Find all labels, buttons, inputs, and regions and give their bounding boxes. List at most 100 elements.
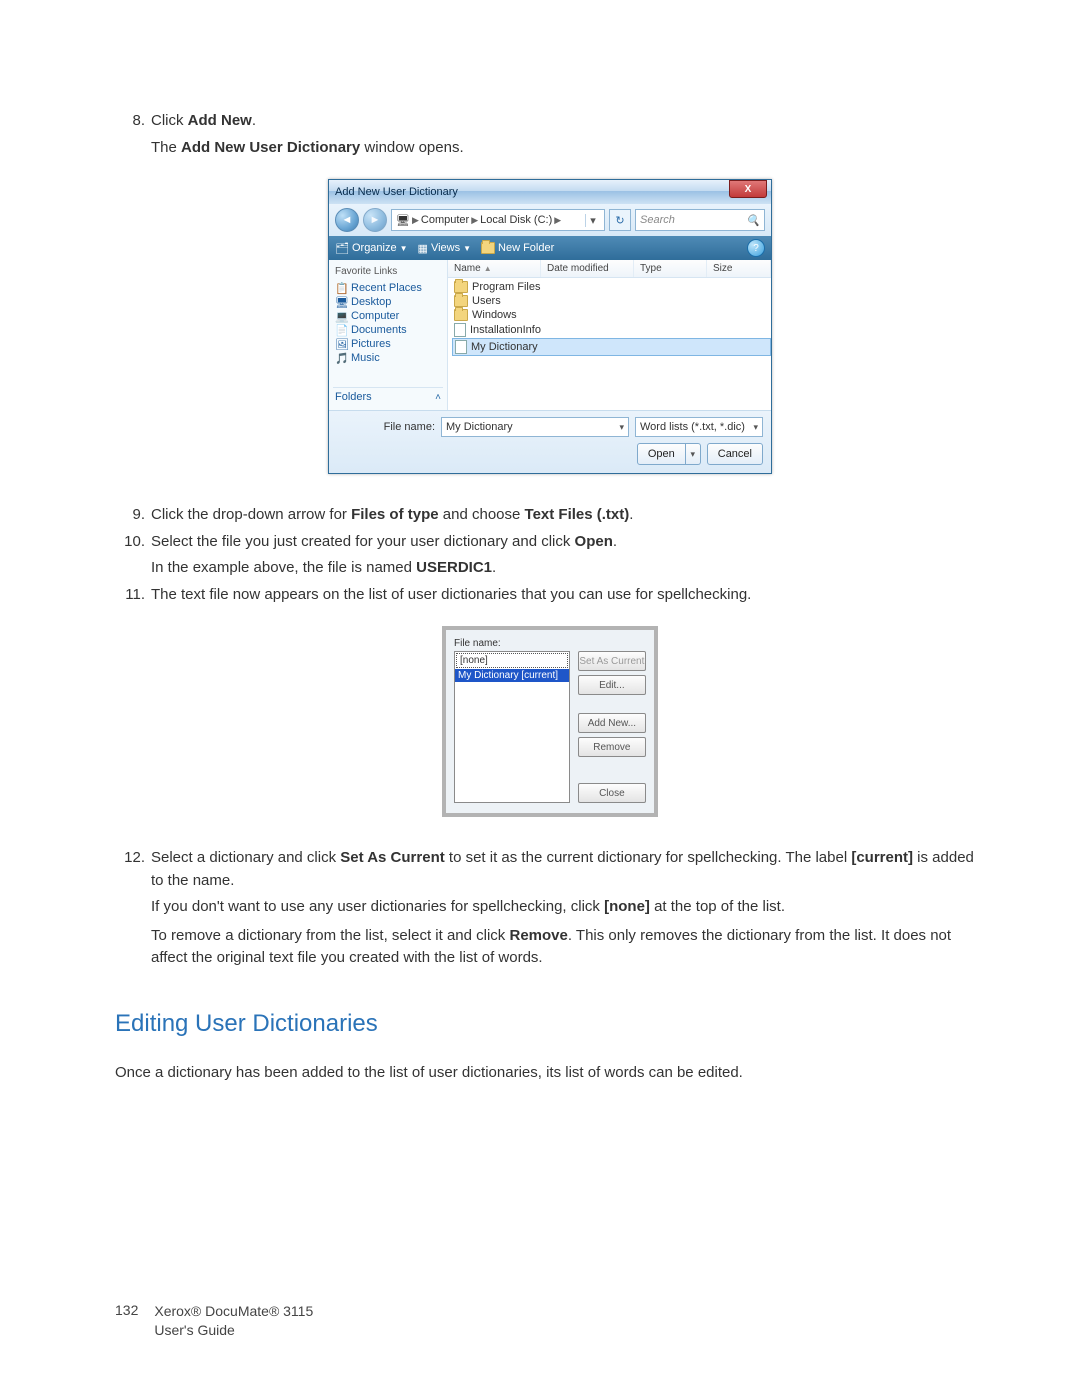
step-9: 9. Click the drop-down arrow for Files o… xyxy=(115,504,985,527)
file-row[interactable]: InstallationInfo xyxy=(452,322,771,338)
chevron-down-icon: ▼ xyxy=(400,244,408,253)
col-date[interactable]: Date modified xyxy=(541,260,634,277)
pictures-icon: 🖼 xyxy=(335,338,347,350)
file-row[interactable]: Users xyxy=(452,294,771,308)
list-header: Name▲ Date modified Type Size xyxy=(448,260,771,278)
search-input[interactable]: Search 🔍 xyxy=(635,209,765,231)
computer-icon: 🖥 xyxy=(396,214,410,227)
close-icon: X xyxy=(745,184,752,195)
section-heading: Editing User Dictionaries xyxy=(115,1010,985,1038)
nav-documents[interactable]: 📄Documents xyxy=(333,323,443,337)
page-number: 132 xyxy=(115,1302,138,1318)
edit-button[interactable]: Edit... xyxy=(578,675,646,695)
filename-combo[interactable]: My Dictionary ▾ xyxy=(441,417,629,437)
recent-icon: 📋 xyxy=(335,282,347,294)
close-button[interactable]: Close xyxy=(578,783,646,803)
step-8: 8. Click Add New. xyxy=(115,110,985,133)
step-number: 8. xyxy=(115,110,151,133)
footer-line1: Xerox® DocuMate® 3115 xyxy=(154,1302,313,1322)
col-name[interactable]: Name▲ xyxy=(448,260,541,277)
section-paragraph: Once a dictionary has been added to the … xyxy=(115,1062,985,1085)
chevron-down-icon: ▼ xyxy=(463,244,471,253)
help-button[interactable]: ? xyxy=(747,239,765,257)
add-new-button[interactable]: Add New... xyxy=(578,713,646,733)
organize-icon: 🗂 xyxy=(335,242,349,255)
breadcrumb[interactable]: 🖥 ▶ Computer ▶ Local Disk (C:) ▶ ▾ xyxy=(391,209,605,231)
filetype-value: Word lists (*.txt, *.dic) xyxy=(640,421,745,433)
music-icon: 🎵 xyxy=(335,352,347,364)
step-12-p3: To remove a dictionary from the list, se… xyxy=(115,925,985,970)
chevron-right-icon: ▶ xyxy=(412,215,419,226)
dialog-toolbar: 🗂 Organize ▼ ▦ Views ▼ New Folder ? xyxy=(329,236,771,260)
open-dropdown[interactable]: ▾ xyxy=(686,443,701,465)
computer-icon: 💻 xyxy=(335,310,347,322)
address-bar-row: ◄ ► 🖥 ▶ Computer ▶ Local Disk (C:) ▶ ▾ ↻… xyxy=(329,204,771,236)
documents-icon: 📄 xyxy=(335,324,347,336)
back-button[interactable]: ◄ xyxy=(335,208,359,232)
file-icon xyxy=(455,340,467,354)
step-10: 10. Select the file you just created for… xyxy=(115,531,985,554)
col-size[interactable]: Size xyxy=(707,260,771,277)
ud-list[interactable]: [none] My Dictionary [current] xyxy=(454,651,570,803)
filename-value: My Dictionary xyxy=(446,421,513,433)
chevron-right-icon: ▶ xyxy=(554,215,561,226)
nav-music[interactable]: 🎵Music xyxy=(333,351,443,365)
views-icon: ▦ xyxy=(418,242,428,255)
filetype-combo[interactable]: Word lists (*.txt, *.dic) ▾ xyxy=(635,417,763,437)
remove-button[interactable]: Remove xyxy=(578,737,646,757)
folder-icon xyxy=(454,281,468,293)
breadcrumb-seg[interactable]: Computer xyxy=(421,214,469,226)
ud-item-none[interactable]: [none] xyxy=(456,653,568,668)
file-row[interactable]: Program Files xyxy=(452,280,771,294)
search-icon: 🔍 xyxy=(746,214,760,227)
folder-icon xyxy=(454,295,468,307)
new-folder-button[interactable]: New Folder xyxy=(481,242,554,254)
organize-menu[interactable]: 🗂 Organize ▼ xyxy=(335,242,408,255)
file-icon xyxy=(454,323,466,337)
search-placeholder: Search xyxy=(640,214,675,226)
chevron-down-icon: ▾ xyxy=(753,422,758,433)
refresh-icon: ↻ xyxy=(615,214,624,227)
nav-computer[interactable]: 💻Computer xyxy=(333,309,443,323)
nav-heading: Favorite Links xyxy=(333,264,443,281)
chevron-up-icon: ˄ xyxy=(435,392,441,403)
step-11: 11. The text file now appears on the lis… xyxy=(115,584,985,607)
step-10-sub: In the example above, the file is named … xyxy=(115,557,985,580)
open-button[interactable]: Open ▾ xyxy=(637,443,701,465)
set-as-current-button[interactable]: Set As Current xyxy=(578,651,646,671)
folder-icon xyxy=(481,242,495,254)
step-8-sub: The Add New User Dictionary window opens… xyxy=(115,137,985,160)
filename-label: File name: xyxy=(337,421,435,433)
nav-recent-places[interactable]: 📋Recent Places xyxy=(333,281,443,295)
nav-desktop[interactable]: 🖥Desktop xyxy=(333,295,443,309)
ud-filename-label: File name: xyxy=(454,638,646,649)
ud-item-current[interactable]: My Dictionary [current] xyxy=(455,669,569,682)
page-footer: 132 Xerox® DocuMate® 3115 User's Guide xyxy=(115,1302,313,1341)
dialog-title: Add New User Dictionary xyxy=(335,186,458,198)
chevron-down-icon: ▾ xyxy=(619,422,624,433)
breadcrumb-dropdown[interactable]: ▾ xyxy=(585,214,600,227)
col-type[interactable]: Type xyxy=(634,260,707,277)
refresh-button[interactable]: ↻ xyxy=(609,209,631,231)
breadcrumb-seg[interactable]: Local Disk (C:) xyxy=(480,214,552,226)
step-text: Click Add New. xyxy=(151,110,985,133)
favorite-links-panel: Favorite Links 📋Recent Places 🖥Desktop 💻… xyxy=(329,260,448,410)
file-row[interactable]: Windows xyxy=(452,308,771,322)
nav-pictures[interactable]: 🖼Pictures xyxy=(333,337,443,351)
step-12-p2: If you don't want to use any user dictio… xyxy=(115,896,985,919)
add-new-user-dictionary-dialog: Add New User Dictionary X ◄ ► 🖥 ▶ Comput… xyxy=(328,179,772,474)
folder-icon xyxy=(454,309,468,321)
help-icon: ? xyxy=(753,243,759,254)
user-dictionaries-panel: File name: [none] My Dictionary [current… xyxy=(442,626,658,817)
close-button[interactable]: X xyxy=(729,180,767,198)
dialog-footer: File name: My Dictionary ▾ Word lists (*… xyxy=(329,410,771,473)
ud-buttons: Set As Current Edit... Add New... Remove… xyxy=(578,651,646,803)
dialog-titlebar[interactable]: Add New User Dictionary X xyxy=(329,180,771,204)
cancel-button[interactable]: Cancel xyxy=(707,443,763,465)
footer-line2: User's Guide xyxy=(154,1321,313,1341)
views-menu[interactable]: ▦ Views ▼ xyxy=(418,242,471,255)
step-12: 12. Select a dictionary and click Set As… xyxy=(115,847,985,892)
folders-toggle[interactable]: Folders ˄ xyxy=(333,387,443,406)
forward-button[interactable]: ► xyxy=(363,208,387,232)
file-row-selected[interactable]: My Dictionary xyxy=(452,338,771,356)
